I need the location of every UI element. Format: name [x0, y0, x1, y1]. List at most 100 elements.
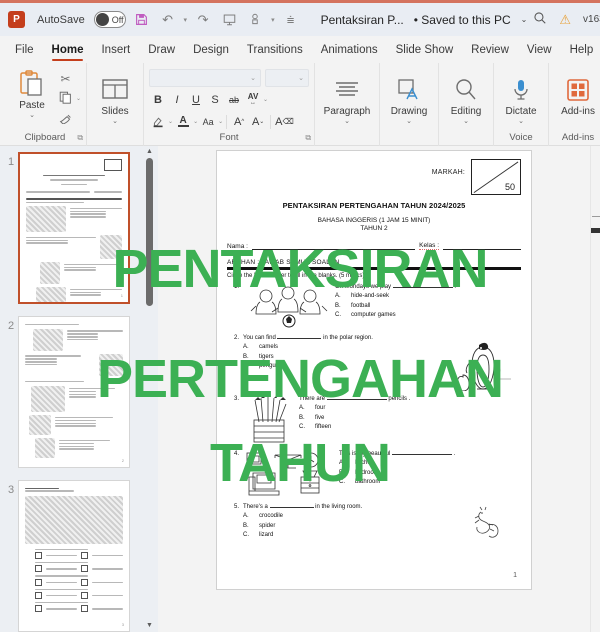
question-3-blank[interactable] — [326, 398, 387, 400]
touch-mode-dropdown-icon[interactable]: ▾ — [271, 16, 275, 24]
font-name-input[interactable]: ⌄ — [149, 69, 262, 87]
change-case-dropdown-icon[interactable]: ⌄ — [218, 118, 223, 125]
slide-thumbnail-1[interactable]: 1 — [18, 152, 130, 304]
strikethrough-icon[interactable]: ab — [225, 91, 243, 109]
touch-mode-icon[interactable] — [245, 10, 265, 30]
scroll-up-arrow-icon[interactable]: ▲ — [146, 146, 153, 158]
question-5-option-c[interactable]: C. lizard — [243, 532, 461, 538]
thumbnail-row-3[interactable]: 3 3 — [0, 474, 141, 632]
question-1-option-a[interactable]: A. hide-and-seek — [335, 293, 521, 299]
paragraph-button[interactable]: Paragraph ⌄ — [320, 72, 374, 125]
autosave-toggle[interactable]: Off — [93, 11, 126, 28]
class-field-line[interactable] — [443, 241, 521, 250]
tab-slide-show[interactable]: Slide Show — [387, 36, 463, 63]
question-2-option-a[interactable]: A. camels — [243, 344, 429, 350]
question-3-option-a[interactable]: A. four — [299, 405, 521, 411]
font-size-input[interactable]: ⌄ — [265, 69, 310, 87]
save-icon[interactable] — [132, 10, 152, 30]
question-5-option-b[interactable]: B. spider — [243, 523, 461, 529]
slides-dropdown-icon[interactable]: ⌄ — [112, 118, 118, 125]
question-4-option-a[interactable]: A. kitchen — [339, 460, 521, 466]
document-title[interactable]: Pentaksiran P... — [321, 13, 404, 27]
decrease-font-size-button[interactable]: A ⌄ — [249, 113, 267, 131]
question-1-option-c[interactable]: C. computer games — [335, 312, 521, 318]
font-size-dropdown-icon[interactable]: ⌄ — [298, 74, 304, 82]
thumbnail-row-1[interactable]: 1 1 — [0, 146, 141, 304]
tab-view[interactable]: View — [518, 36, 561, 63]
font-color-dropdown-icon[interactable]: ⌄ — [193, 118, 198, 125]
underline-button[interactable]: U — [187, 91, 205, 109]
question-5-blank[interactable] — [269, 506, 314, 508]
character-spacing-dropdown-icon[interactable]: ⌄ — [263, 96, 268, 103]
tab-insert[interactable]: Insert — [92, 36, 139, 63]
tab-design[interactable]: Design — [184, 36, 238, 63]
slide-thumbnail-2[interactable]: 2 — [18, 316, 130, 468]
question-2-blank[interactable] — [277, 337, 322, 339]
tab-file[interactable]: File — [6, 36, 43, 63]
customize-quick-access-icon[interactable]: ⩧ — [281, 10, 301, 30]
undo-icon[interactable]: ↶ — [158, 10, 178, 30]
slides-button[interactable]: Slides ⌄ — [92, 72, 138, 125]
paste-button[interactable]: Paste ⌄ — [9, 66, 55, 127]
question-2-option-b[interactable]: B. tigers — [243, 354, 429, 360]
question-2-option-c[interactable]: C. penguins — [243, 363, 429, 369]
slide-thumbnail-3[interactable]: 3 — [18, 480, 130, 632]
slide-area-scrollbar[interactable] — [590, 146, 600, 632]
text-highlight-dropdown-icon[interactable]: ⌄ — [168, 118, 173, 125]
increase-font-size-button[interactable]: A ^ — [230, 113, 248, 131]
thumbnail-row-2[interactable]: 2 2 — [0, 310, 141, 468]
text-highlight-icon[interactable] — [149, 113, 167, 131]
drawing-button[interactable]: Drawing ⌄ — [385, 72, 433, 125]
tab-home[interactable]: Home — [43, 36, 93, 63]
editing-dropdown-icon[interactable]: ⌄ — [463, 118, 469, 125]
clear-formatting-icon[interactable]: A ⌫ — [274, 113, 295, 131]
tab-transitions[interactable]: Transitions — [238, 36, 312, 63]
editing-button[interactable]: Editing ⌄ — [444, 72, 488, 125]
font-dialog-launcher-icon[interactable]: ⧉ — [305, 133, 311, 143]
cut-button[interactable]: ✂ — [57, 70, 81, 87]
thumbnail-scroll-track[interactable] — [145, 158, 154, 620]
drawing-dropdown-icon[interactable]: ⌄ — [406, 118, 412, 125]
redo-icon[interactable]: ↷ — [193, 10, 213, 30]
font-color-icon[interactable]: A — [174, 113, 192, 131]
font-name-dropdown-icon[interactable]: ⌄ — [250, 74, 256, 82]
question-4-option-b[interactable]: B. bedroom — [339, 470, 521, 476]
question-4-blank[interactable] — [392, 453, 453, 455]
tab-animations[interactable]: Animations — [312, 36, 387, 63]
format-painter-button[interactable] — [57, 110, 81, 127]
current-slide[interactable]: MARKAH: 50 PENTAKSIRAN PERTENGAHAN TAHUN… — [216, 150, 532, 590]
question-5-option-a[interactable]: A. crocodile — [243, 513, 461, 519]
question-1-blank[interactable] — [392, 286, 453, 288]
character-spacing-button[interactable]: AV ↔ — [244, 91, 262, 109]
thumbnail-scrollbar[interactable]: ▲ ▼ — [141, 146, 158, 632]
change-case-button[interactable]: Aa — [199, 113, 217, 131]
paragraph-dropdown-icon[interactable]: ⌄ — [344, 118, 350, 125]
scroll-down-arrow-icon[interactable]: ▼ — [146, 620, 153, 632]
question-3-option-c[interactable]: C. fifteen — [299, 424, 521, 430]
search-icon[interactable] — [533, 11, 547, 28]
tab-review[interactable]: Review — [462, 36, 518, 63]
tab-draw[interactable]: Draw — [139, 36, 184, 63]
addins-button[interactable]: Add-ins — [554, 72, 600, 118]
copy-dropdown-icon[interactable]: ⌄ — [76, 95, 81, 102]
copy-button[interactable]: ⌄ — [57, 90, 81, 107]
start-presentation-icon[interactable] — [219, 10, 239, 30]
dictate-button[interactable]: Dictate ⌄ — [499, 72, 543, 125]
question-1-option-b[interactable]: B. football — [335, 303, 521, 309]
dictate-dropdown-icon[interactable]: ⌄ — [518, 118, 524, 125]
italic-button[interactable]: I — [168, 91, 186, 109]
slide-scroll-thumb[interactable] — [591, 228, 600, 233]
clipboard-dialog-launcher-icon[interactable]: ⧉ — [77, 133, 83, 143]
text-shadow-button[interactable]: S — [206, 91, 224, 109]
question-3-option-b[interactable]: B. five — [299, 415, 521, 421]
paste-dropdown-icon[interactable]: ⌄ — [29, 112, 35, 119]
tab-help[interactable]: Help — [561, 36, 600, 63]
thumbnail-scroll-thumb[interactable] — [146, 158, 153, 306]
warning-icon[interactable]: ⚠ — [559, 12, 571, 28]
undo-dropdown-icon[interactable]: ▾ — [184, 16, 188, 24]
title-dropdown-icon[interactable]: ⌄ — [521, 15, 528, 24]
question-4-option-c[interactable]: C. bathroom — [339, 479, 521, 485]
slide-thumbnail-panel[interactable]: 1 1 2 2 3 3 — [0, 146, 141, 632]
slide-canvas-area[interactable]: MARKAH: 50 PENTAKSIRAN PERTENGAHAN TAHUN… — [158, 146, 590, 632]
bold-button[interactable]: B — [149, 91, 167, 109]
